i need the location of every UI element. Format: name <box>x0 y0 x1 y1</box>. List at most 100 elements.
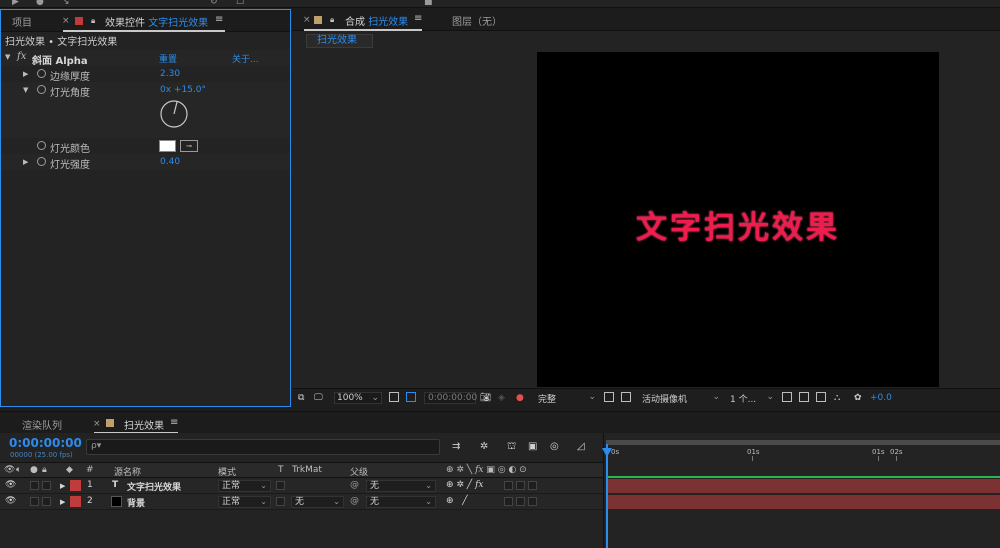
lock-toggle[interactable] <box>42 497 51 506</box>
tab-render-queue[interactable]: 渲染队列 <box>22 417 62 432</box>
effect-header-row[interactable]: ▼ fx 斜面 Alpha 重置 关于... <box>1 50 290 67</box>
stopwatch-icon[interactable] <box>37 69 46 78</box>
expand-triangle-icon[interactable]: ▶ <box>23 158 28 166</box>
composition-canvas[interactable]: 文字扫光效果 <box>537 52 939 387</box>
stopwatch-icon[interactable] <box>37 85 46 94</box>
layer-bar[interactable] <box>608 495 1000 509</box>
visibility-eye-icon[interactable]: 👁︎ <box>5 480 16 490</box>
resolution-select[interactable]: 完整 ⌄ <box>536 392 598 405</box>
draft-3d-icon[interactable]: ✲ <box>480 441 492 452</box>
pen-tool-icon[interactable]: ■ <box>424 0 433 7</box>
blend-mode-select[interactable]: 正常 ⌄ <box>218 496 271 508</box>
prop-value[interactable]: 2.30 <box>160 69 180 79</box>
fast-preview-icon[interactable] <box>604 392 614 402</box>
layer-search-input[interactable]: ρ▾ <box>86 439 440 455</box>
always-preview-icon[interactable]: ⧉ <box>298 393 304 403</box>
hand-tool-icon[interactable]: ● <box>36 0 44 7</box>
fx-icon[interactable]: fx <box>17 51 26 62</box>
expand-triangle-icon[interactable]: ▶ <box>23 70 28 78</box>
prop-value[interactable]: 0x +15.0° <box>160 85 206 95</box>
zoom-tool-icon[interactable]: ↘ <box>62 0 70 7</box>
camera-tool-icon[interactable]: ☐ <box>236 0 244 7</box>
playhead[interactable] <box>606 444 608 548</box>
angle-dial[interactable] <box>159 99 189 129</box>
blend-mode-select[interactable]: 正常 ⌄ <box>218 480 271 492</box>
column-source-name[interactable]: 源名称 <box>114 465 141 478</box>
playhead-handle[interactable] <box>602 448 612 457</box>
flowchart-icon[interactable] <box>799 392 809 402</box>
show-snapshot-icon[interactable]: ◈ <box>498 393 505 403</box>
snapshot-icon[interactable]: 📷︎ <box>480 393 491 403</box>
selection-tool-icon[interactable]: ▶ <box>12 0 19 7</box>
views-select[interactable]: 1 个... ⌄ <box>728 392 776 405</box>
eye-column-icon[interactable]: 👁︎ <box>4 465 15 475</box>
close-icon[interactable]: × <box>62 16 70 26</box>
layer-switches[interactable]: ⊕ ╱ <box>446 496 468 506</box>
comp-subtab[interactable]: 扫光效果 <box>306 34 373 48</box>
switch-box[interactable] <box>516 481 525 490</box>
channel-icon[interactable]: ● <box>516 393 524 403</box>
solo-toggle[interactable] <box>30 481 39 490</box>
reset-link[interactable]: 重置 <box>159 52 177 65</box>
toggle-grid-icon[interactable] <box>621 392 631 402</box>
solo-toggle[interactable] <box>30 497 39 506</box>
shy-layers-icon[interactable]: ⛫ <box>507 441 519 452</box>
tab-timeline-comp[interactable]: 扫光效果 <box>124 417 164 432</box>
graph-editor-icon[interactable]: ◿ <box>577 441 589 452</box>
trkmat-select[interactable]: 无 ⌄ <box>291 496 344 508</box>
switch-box[interactable] <box>504 481 513 490</box>
collapse-triangle-icon[interactable]: ▼ <box>23 86 28 94</box>
layer-row[interactable]: 👁︎ ▶ 1 T 文字扫光效果 正常 ⌄ @ 无 ⌄ ⊕ ✲ ╱ fx <box>0 478 604 494</box>
expand-triangle-icon[interactable]: ▶ <box>60 498 65 506</box>
reset-exposure-icon[interactable]: ✿ <box>854 393 862 403</box>
layer-name[interactable]: 文字扫光效果 <box>127 480 181 493</box>
layer-switches[interactable]: ⊕ ✲ ╱ fx <box>446 480 484 490</box>
layer-bar[interactable] <box>608 479 1000 493</box>
column-t[interactable]: T <box>278 465 284 475</box>
transparency-grid-icon[interactable] <box>406 392 416 402</box>
parent-select[interactable]: 无 ⌄ <box>366 480 436 492</box>
switch-box[interactable] <box>516 497 525 506</box>
layer-name[interactable]: 背景 <box>127 496 145 509</box>
parent-select[interactable]: 无 ⌄ <box>366 496 436 508</box>
close-icon[interactable]: × <box>303 15 311 25</box>
stopwatch-icon[interactable] <box>37 157 46 166</box>
comp-mini-flowchart-icon[interactable]: ⇉ <box>452 441 464 452</box>
expand-triangle-icon[interactable]: ▶ <box>60 482 65 490</box>
tab-layer[interactable]: 图层（无） <box>452 13 502 28</box>
camera-select[interactable]: 活动摄像机 ⌄ <box>640 392 722 405</box>
eyedropper-icon[interactable]: ⊸ <box>180 140 198 152</box>
visibility-eye-icon[interactable]: 👁︎ <box>5 496 16 506</box>
collapse-triangle-icon[interactable]: ▼ <box>5 53 10 61</box>
pixel-aspect-icon[interactable] <box>782 392 792 402</box>
exposure-value[interactable]: +0.0 <box>870 393 892 403</box>
motion-blur-icon[interactable]: ◎ <box>550 441 562 452</box>
column-mode[interactable]: 模式 <box>218 465 236 478</box>
label-column-icon[interactable]: ◆ <box>66 465 73 475</box>
canvas-text-layer[interactable]: 文字扫光效果 <box>537 202 939 247</box>
stopwatch-icon[interactable] <box>37 141 46 150</box>
color-swatch[interactable] <box>159 140 176 152</box>
tab-effect-controls[interactable]: 效果控件 文字扫光效果 <box>105 14 208 29</box>
region-of-interest-icon[interactable] <box>389 392 399 402</box>
timeline-link-icon[interactable] <box>816 392 826 402</box>
panel-menu-icon[interactable]: ≡ <box>170 417 178 428</box>
pickwhip-icon[interactable]: @ <box>350 496 359 506</box>
switch-box[interactable] <box>528 481 537 490</box>
switch-box[interactable] <box>528 497 537 506</box>
preserve-transparency-toggle[interactable] <box>276 481 285 490</box>
zoom-select[interactable]: 100% ⌄ <box>334 392 382 404</box>
lock-toggle[interactable] <box>42 481 51 490</box>
solo-column-icon[interactable]: ● <box>30 465 38 475</box>
about-link[interactable]: 关于... <box>232 52 259 65</box>
rotate-tool-icon[interactable]: ↻ <box>210 0 218 7</box>
preserve-transparency-toggle[interactable] <box>276 497 285 506</box>
switch-box[interactable] <box>504 497 513 506</box>
layer-label-color[interactable] <box>70 496 81 507</box>
monitor-icon[interactable]: 🖵︎ <box>314 393 323 403</box>
prop-value[interactable]: 0.40 <box>160 157 180 167</box>
column-parent[interactable]: 父级 <box>350 465 368 478</box>
lock-icon[interactable]: 🔒︎ <box>330 15 334 25</box>
lock-icon[interactable]: 🔒︎ <box>91 16 95 26</box>
audio-column-icon[interactable]: 🔈︎ <box>16 465 21 475</box>
